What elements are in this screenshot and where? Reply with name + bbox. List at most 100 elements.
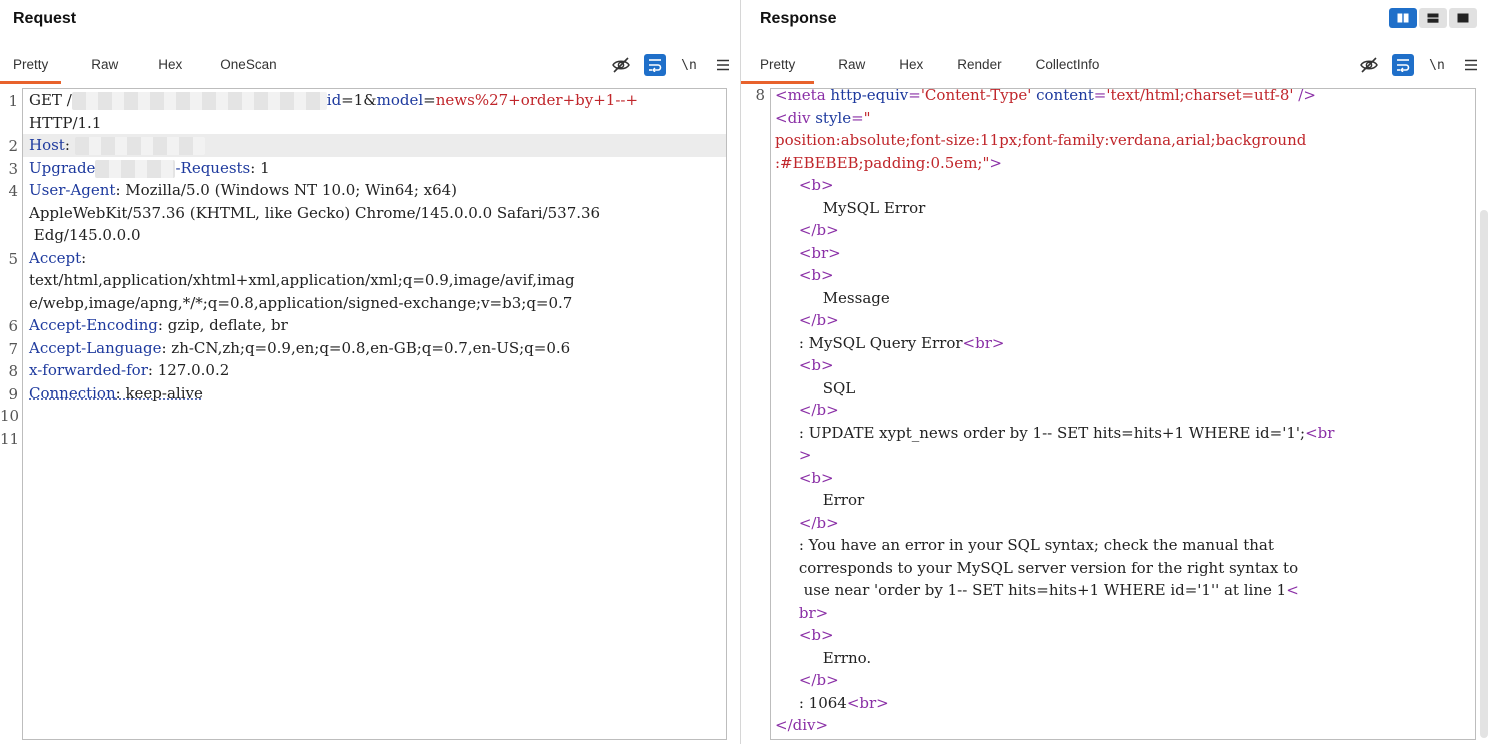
- response-tabs: Pretty Raw Hex Render CollectInfo: [741, 56, 1105, 84]
- param-value-model: news%27+order+by+1--+: [435, 91, 639, 109]
- tag-b: <b>: [798, 468, 834, 487]
- redacted-upgrade-part: x: [95, 159, 176, 178]
- line-number: 8: [8, 362, 18, 380]
- header-value-x-forwarded-for: : 127.0.0.2: [147, 361, 230, 379]
- request-line-numbers: 1 2 3 4 5 6 7 8 9 10 11: [0, 90, 20, 450]
- line-number: 8: [755, 86, 765, 104]
- tag-div: <div: [775, 108, 816, 127]
- tag-b-close: </b>: [798, 513, 839, 532]
- header-name-accept-language: Accept-Language: [29, 338, 162, 357]
- tag-b: <b>: [798, 626, 834, 644]
- attr-eq: =: [851, 108, 864, 127]
- attr-value-content-type: 'Content-Type': [920, 88, 1032, 104]
- header-name-host: Host: [29, 136, 65, 154]
- text-error-code: : 1064: [798, 693, 847, 712]
- tag-b-close: </b>: [798, 311, 839, 329]
- header-name-accept: Accept: [29, 248, 82, 267]
- http-version: HTTP/1.1: [29, 113, 102, 132]
- header-name-accept-encoding: Accept-Encoding: [29, 316, 158, 334]
- text-query-error: : MySQL Query Error: [798, 333, 963, 352]
- highlighted-line-host: Host: x: [23, 134, 726, 157]
- request-line-1: GET /xid=1&model=news%27+order+by+1--+: [29, 91, 639, 110]
- text-sql: SQL: [822, 378, 856, 397]
- attr-value-charset: 'text/html;charset=utf-8': [1106, 88, 1294, 104]
- line-number: 7: [8, 339, 18, 358]
- attr-http-equiv: http-equiv: [830, 88, 909, 104]
- tab-response-raw[interactable]: Raw: [826, 56, 875, 84]
- header-value-upgrade: : 1: [250, 158, 270, 177]
- attr-value-quote: ": [863, 108, 871, 127]
- header-value-user-agent-cont: AppleWebKit/537.36 (KHTML, like Gecko) C…: [29, 203, 601, 222]
- response-pane: Response Pretty Raw Hex Render CollectIn…: [741, 0, 1490, 744]
- layout-toggle: [1389, 8, 1477, 28]
- request-editor[interactable]: GET /xid=1&model=news%27+order+by+1--+ H…: [22, 88, 727, 740]
- tag-b-close: </b>: [798, 671, 839, 689]
- tag-br: <br>: [962, 333, 1005, 352]
- split-rows-icon[interactable]: [1419, 8, 1447, 28]
- tag-br-part: <br: [1305, 423, 1335, 442]
- tag-br-part: br>: [798, 603, 829, 622]
- header-sep: :: [81, 248, 87, 267]
- param-equals: =: [423, 91, 436, 109]
- header-value-user-agent: : Mozilla/5.0 (Windows NT 10.0; Win64; x…: [115, 181, 458, 199]
- eye-slash-icon[interactable]: [610, 54, 632, 76]
- header-value-accept-cont: e/webp,image/apng,*/*;q=0.8,application/…: [29, 293, 573, 312]
- response-toolbar: \n: [1358, 54, 1482, 76]
- line-number: 6: [8, 317, 18, 335]
- tag-br-part: >: [798, 446, 812, 464]
- header-name-upgrade-suffix: -Requests: [175, 158, 251, 177]
- header-name-user-agent: User-Agent: [29, 181, 116, 199]
- line-number: 4: [8, 182, 18, 200]
- header-value-accept-language: : zh-CN,zh;q=0.9,en;q=0.8,en-GB;q=0.7,en…: [161, 338, 571, 357]
- request-pane: Request Pretty Raw Hex OneScan \n 1 2 3 …: [0, 0, 740, 744]
- hamburger-menu-icon[interactable]: [1460, 54, 1482, 76]
- tab-response-pretty[interactable]: Pretty: [741, 56, 815, 84]
- attr-eq: =: [908, 88, 921, 104]
- text-sql-query: : UPDATE xypt_news order by 1-- SET hits…: [798, 423, 1306, 442]
- text-message: Message: [822, 288, 890, 307]
- tag-b-close: </b>: [798, 401, 839, 419]
- tag-b: <b>: [798, 356, 834, 374]
- word-wrap-icon[interactable]: [644, 54, 666, 76]
- tag-b: <b>: [798, 176, 834, 194]
- word-wrap-icon[interactable]: [1392, 54, 1414, 76]
- header-name-upgrade: Upgrade: [29, 158, 96, 177]
- tag-div-close: </div>: [775, 716, 829, 734]
- header-value-connection: : keep-alive: [115, 383, 203, 402]
- line-number: 2: [8, 137, 18, 155]
- tab-response-collectinfo[interactable]: CollectInfo: [1036, 56, 1106, 84]
- tab-response-hex[interactable]: Hex: [899, 56, 933, 84]
- tab-request-pretty[interactable]: Pretty: [0, 56, 62, 84]
- tab-response-render[interactable]: Render: [957, 56, 1011, 84]
- line-number: 5: [8, 249, 18, 268]
- hamburger-menu-icon[interactable]: [712, 54, 734, 76]
- param-key-id: id: [326, 91, 342, 109]
- single-pane-icon[interactable]: [1449, 8, 1477, 28]
- param-key-model: model: [376, 91, 424, 109]
- newline-icon[interactable]: \n: [1426, 54, 1448, 76]
- tag-gt: >: [989, 153, 1002, 172]
- response-editor[interactable]: <meta http-equiv='Content-Type' content=…: [770, 88, 1476, 740]
- attr-style: style: [815, 108, 852, 127]
- header-value-user-agent-cont2: Edg/145.0.0.0: [29, 226, 141, 244]
- redacted-host: x: [74, 137, 205, 155]
- redacted-path: x: [71, 92, 327, 110]
- text-error-detail-cont2: use near 'order by 1-- SET hits=hits+1 W…: [798, 581, 1287, 599]
- tab-request-raw[interactable]: Raw: [85, 56, 128, 84]
- tab-request-onescan[interactable]: OneScan: [216, 56, 282, 84]
- tab-request-hex[interactable]: Hex: [152, 56, 192, 84]
- split-columns-icon[interactable]: [1389, 8, 1417, 28]
- line-number: 9: [8, 384, 18, 403]
- response-title: Response: [760, 10, 837, 27]
- request-tabs: Pretty Raw Hex OneScan: [0, 56, 283, 84]
- eye-slash-icon[interactable]: [1358, 54, 1380, 76]
- line-number: 10: [0, 407, 20, 425]
- tag-meta: <meta: [775, 88, 831, 104]
- header-value-accept-encoding: : gzip, deflate, br: [157, 316, 288, 334]
- http-method: GET /: [29, 91, 72, 109]
- response-scrollbar[interactable]: [1480, 210, 1488, 738]
- line-number: 1: [8, 92, 18, 110]
- newline-icon[interactable]: \n: [678, 54, 700, 76]
- tag-br: <br>: [846, 693, 889, 712]
- request-toolbar: \n: [610, 54, 734, 76]
